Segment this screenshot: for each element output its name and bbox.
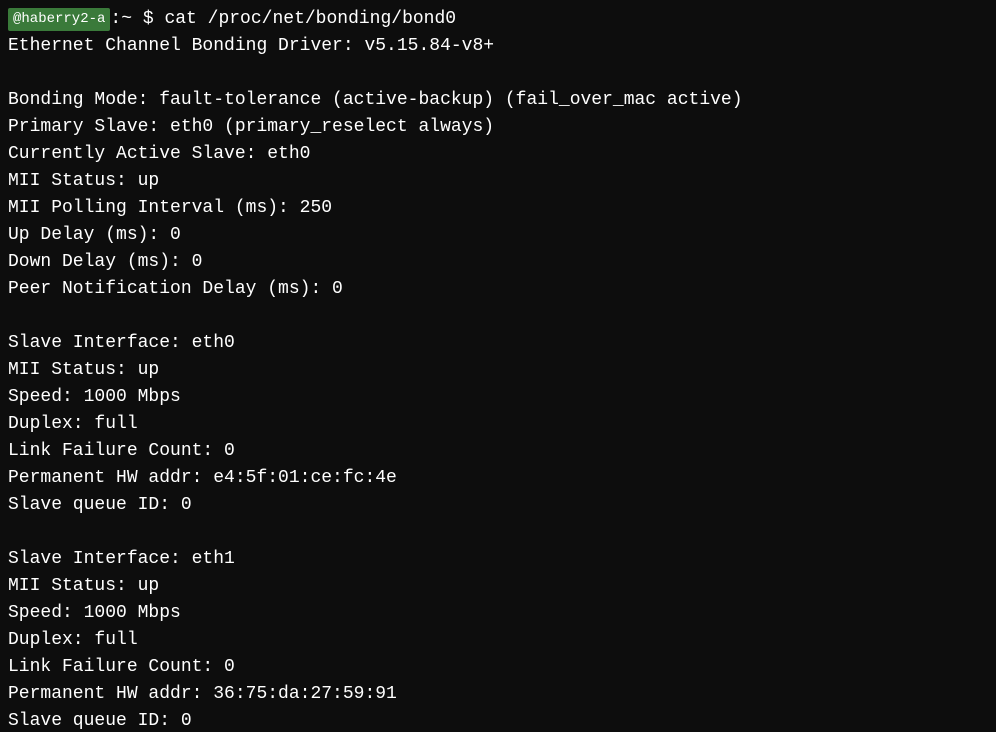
output-line: Primary Slave: eth0 (primary_reselect al… [8, 114, 988, 141]
output-line: Duplex: full [8, 411, 988, 438]
output-line: MII Status: up [8, 168, 988, 195]
output-line: Slave queue ID: 0 [8, 708, 988, 732]
output-line: MII Status: up [8, 573, 988, 600]
output-line: Slave Interface: eth0 [8, 330, 988, 357]
prompt-line: @haberry2-a:~ $ cat /proc/net/bonding/bo… [8, 6, 988, 33]
output-line: Permanent HW addr: 36:75:da:27:59:91 [8, 681, 988, 708]
output-line: Slave Interface: eth1 [8, 546, 988, 573]
output-line: Slave queue ID: 0 [8, 492, 988, 519]
output-line: Bonding Mode: fault-tolerance (active-ba… [8, 87, 988, 114]
terminal-window[interactable]: @haberry2-a:~ $ cat /proc/net/bonding/bo… [0, 0, 996, 732]
output-line: Up Delay (ms): 0 [8, 222, 988, 249]
output-line: Permanent HW addr: e4:5f:01:ce:fc:4e [8, 465, 988, 492]
output-line: Down Delay (ms): 0 [8, 249, 988, 276]
output-line: Duplex: full [8, 627, 988, 654]
output-line: Peer Notification Delay (ms): 0 [8, 276, 988, 303]
output-line [8, 519, 988, 546]
output-line: MII Polling Interval (ms): 250 [8, 195, 988, 222]
output-area: Ethernet Channel Bonding Driver: v5.15.8… [8, 33, 988, 732]
command-text: cat /proc/net/bonding/bond0 [154, 6, 456, 33]
avatar: @haberry2-a [8, 8, 110, 31]
output-line: Ethernet Channel Bonding Driver: v5.15.8… [8, 33, 988, 60]
output-line: Link Failure Count: 0 [8, 654, 988, 681]
output-line [8, 60, 988, 87]
output-line: MII Status: up [8, 357, 988, 384]
prompt-text: :~ $ [110, 6, 153, 33]
output-line [8, 303, 988, 330]
output-line: Speed: 1000 Mbps [8, 384, 988, 411]
output-line: Currently Active Slave: eth0 [8, 141, 988, 168]
output-line: Speed: 1000 Mbps [8, 600, 988, 627]
output-line: Link Failure Count: 0 [8, 438, 988, 465]
